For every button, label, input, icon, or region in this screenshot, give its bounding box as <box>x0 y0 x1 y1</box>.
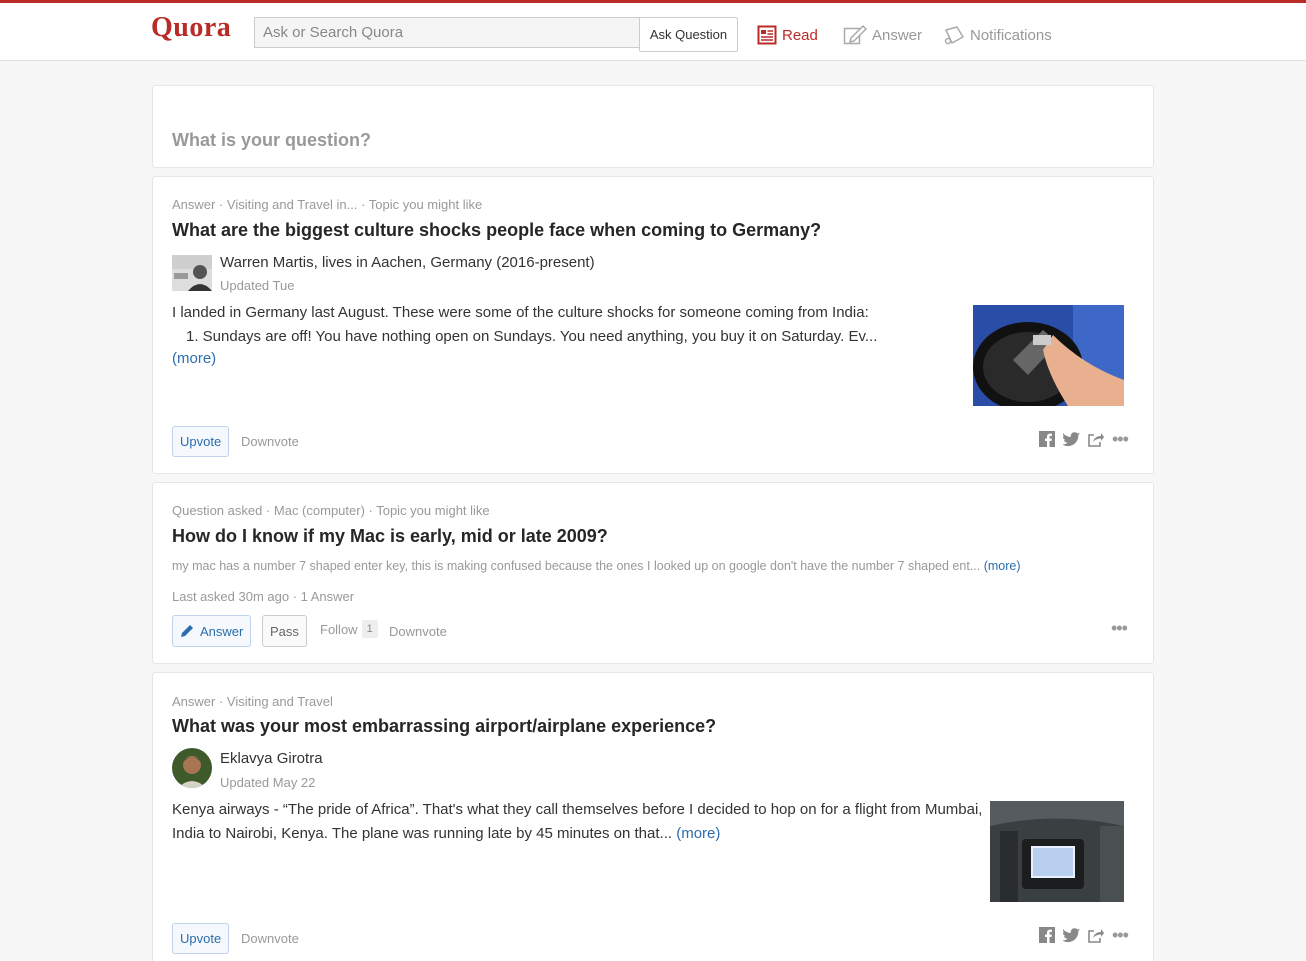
updated-timestamp[interactable]: Updated Tue <box>220 278 294 293</box>
pencil-icon <box>181 625 193 637</box>
ask-question-button[interactable]: Ask Question <box>639 17 738 52</box>
more-link[interactable]: (more) <box>676 825 720 842</box>
twitter-icon[interactable] <box>1063 927 1080 943</box>
ask-question-card[interactable]: What is your question? <box>152 85 1154 168</box>
ask-question-prompt[interactable]: What is your question? <box>172 130 371 151</box>
more-options-icon[interactable]: ••• <box>1112 926 1129 944</box>
answer-thumbnail[interactable] <box>990 801 1124 902</box>
more-link[interactable]: (more) <box>984 559 1021 573</box>
pencil-icon <box>843 24 867 45</box>
question-snippet-text: my mac has a number 7 shaped enter key, … <box>172 559 981 573</box>
nav-read-label: Read <box>782 26 818 44</box>
question-stats[interactable]: Last asked 30m ago · 1 Answer <box>172 589 354 604</box>
question-title[interactable]: How do I know if my Mac is early, mid or… <box>172 526 608 547</box>
feed-item-meta[interactable]: Question asked · Mac (computer) · Topic … <box>172 503 490 518</box>
upvote-button[interactable]: Upvote <box>172 923 230 954</box>
avatar[interactable] <box>172 748 212 788</box>
feed-item-meta[interactable]: Answer · Visiting and Travel <box>172 694 333 709</box>
downvote-button[interactable]: Downvote <box>241 931 299 946</box>
question-title[interactable]: What was your most embarrassing airport/… <box>172 716 716 737</box>
answer-text-line: 1. Sundays are off! You have nothing ope… <box>186 328 878 345</box>
facebook-icon[interactable] <box>1039 431 1055 447</box>
answer-text-line: Kenya airways - “The pride of Africa”. T… <box>172 801 983 818</box>
follow-count: 1 <box>361 620 378 638</box>
author-name[interactable]: Eklavya Girotra <box>220 750 323 767</box>
upvote-button[interactable]: Upvote <box>172 426 230 457</box>
answer-text-line: India to Nairobi, Kenya. The plane was r… <box>172 822 720 846</box>
share-actions: ••• <box>1039 926 1129 944</box>
answer-text-content: India to Nairobi, Kenya. The plane was r… <box>172 825 673 842</box>
avatar[interactable] <box>172 255 212 291</box>
nav-read[interactable]: Read <box>757 23 818 47</box>
share-actions: ••• <box>1039 430 1129 448</box>
more-options-icon[interactable]: ••• <box>1112 430 1129 448</box>
search-input[interactable] <box>254 17 640 48</box>
answer-button-label: Answer <box>200 623 244 639</box>
more-options-icon[interactable]: ••• <box>1111 619 1128 637</box>
bell-icon <box>944 26 964 45</box>
more-link[interactable]: (more) <box>172 347 216 371</box>
updated-timestamp[interactable]: Updated May 22 <box>220 775 315 790</box>
answer-button[interactable]: Answer <box>172 615 252 647</box>
share-icon[interactable] <box>1088 928 1104 943</box>
follow-label: Follow <box>320 621 358 637</box>
feed-item: Answer · Visiting and Travel What was yo… <box>152 672 1154 961</box>
facebook-icon[interactable] <box>1039 927 1055 943</box>
feed-item-meta[interactable]: Answer · Visiting and Travel in... · Top… <box>172 197 482 212</box>
question-title[interactable]: What are the biggest culture shocks peop… <box>172 220 821 241</box>
quora-logo[interactable]: Quora <box>151 12 231 44</box>
nav-answer-label: Answer <box>872 26 923 44</box>
author-name[interactable]: Warren Martis, lives in Aachen, Germany … <box>220 254 595 271</box>
feed-item: Question asked · Mac (computer) · Topic … <box>152 482 1154 664</box>
feed-item: Answer · Visiting and Travel in... · Top… <box>152 176 1154 474</box>
answer-thumbnail[interactable] <box>973 305 1124 406</box>
share-icon[interactable] <box>1088 432 1104 447</box>
downvote-button[interactable]: Downvote <box>389 624 447 639</box>
nav-notifications-label: Notifications <box>970 26 1052 44</box>
question-snippet: my mac has a number 7 shaped enter key, … <box>172 559 1021 573</box>
follow-button[interactable]: Follow 1 <box>320 620 378 638</box>
top-navigation-bar: Quora Ask Question Read Answer Notificat… <box>0 0 1306 61</box>
pass-button[interactable]: Pass <box>262 615 307 647</box>
downvote-button[interactable]: Downvote <box>241 434 299 449</box>
nav-notifications[interactable]: Notifications <box>943 23 1052 47</box>
read-icon <box>757 25 777 45</box>
answer-text-line: I landed in Germany last August. These w… <box>172 304 869 321</box>
nav-answer[interactable]: Answer <box>843 23 922 47</box>
twitter-icon[interactable] <box>1063 431 1080 447</box>
